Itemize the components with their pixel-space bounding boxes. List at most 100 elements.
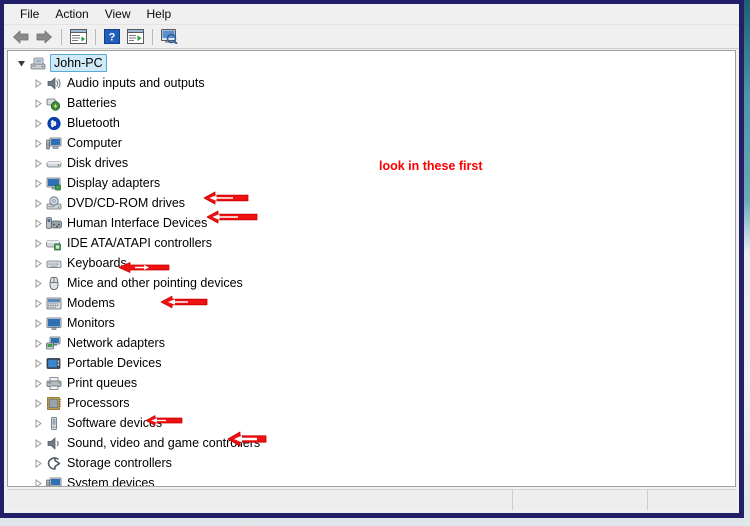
device-tree: John-PC Audio inputs and outputs Batteri… bbox=[8, 51, 735, 487]
tree-item-human-interface-devices[interactable]: Human Interface Devices bbox=[8, 213, 735, 233]
chevron-right-icon[interactable] bbox=[30, 313, 45, 333]
menu-file[interactable]: File bbox=[12, 6, 47, 23]
chevron-right-icon[interactable] bbox=[30, 133, 45, 153]
chevron-right-icon[interactable] bbox=[30, 193, 45, 213]
tree-item-label: Bluetooth bbox=[67, 116, 120, 130]
device-manager-window: File Action View Help ? John-PC Audio in… bbox=[0, 0, 744, 518]
processor-icon bbox=[45, 395, 63, 411]
tree-item-software-devices[interactable]: Software devices bbox=[8, 413, 735, 433]
tree-item-label: System devices bbox=[67, 476, 155, 487]
dvd-drive-icon bbox=[45, 195, 63, 211]
chevron-right-icon[interactable] bbox=[30, 433, 45, 453]
tree-item-mice-and-other-pointing-devices[interactable]: Mice and other pointing devices bbox=[8, 273, 735, 293]
tree-item-label: Monitors bbox=[67, 316, 115, 330]
chevron-right-icon[interactable] bbox=[30, 293, 45, 313]
status-pane-2 bbox=[513, 490, 648, 510]
tree-item-display-adapters[interactable]: Display adapters bbox=[8, 173, 735, 193]
ide-controller-icon bbox=[45, 235, 63, 251]
chevron-right-icon[interactable] bbox=[30, 393, 45, 413]
tree-item-ide-ata-atapi-controllers[interactable]: IDE ATA/ATAPI controllers bbox=[8, 233, 735, 253]
chevron-right-icon[interactable] bbox=[30, 93, 45, 113]
battery-icon bbox=[45, 95, 63, 111]
monitor-icon bbox=[45, 315, 63, 331]
console-tree-pane[interactable]: John-PC Audio inputs and outputs Batteri… bbox=[7, 50, 736, 487]
tree-item-label: Disk drives bbox=[67, 156, 129, 170]
tree-item-label: Human Interface Devices bbox=[67, 216, 208, 230]
modem-icon bbox=[45, 295, 63, 311]
chevron-right-icon[interactable] bbox=[30, 253, 45, 273]
tree-item-label: Computer bbox=[67, 136, 122, 150]
back-arrow-icon[interactable] bbox=[10, 27, 32, 47]
tree-item-label: Print queues bbox=[67, 376, 138, 390]
chevron-right-icon[interactable] bbox=[30, 113, 45, 133]
tree-item-storage-controllers[interactable]: Storage controllers bbox=[8, 453, 735, 473]
annotation-note: look in these first bbox=[379, 159, 483, 173]
tree-item-monitors[interactable]: Monitors bbox=[8, 313, 735, 333]
tree-item-audio-inputs-and-outputs[interactable]: Audio inputs and outputs bbox=[8, 73, 735, 93]
tree-item-label: Software devices bbox=[67, 416, 163, 430]
toolbar: ? bbox=[4, 25, 739, 49]
storage-controller-icon bbox=[45, 455, 63, 471]
chevron-right-icon[interactable] bbox=[30, 453, 45, 473]
hid-icon bbox=[45, 215, 63, 231]
tree-item-processors[interactable]: Processors bbox=[8, 393, 735, 413]
tree-item-label: Audio inputs and outputs bbox=[67, 76, 205, 90]
sound-controller-icon bbox=[45, 435, 63, 451]
tree-item-system-devices[interactable]: System devices bbox=[8, 473, 735, 487]
tree-item-label: Storage controllers bbox=[67, 456, 172, 470]
tree-item-disk-drives[interactable]: Disk drives bbox=[8, 153, 735, 173]
help-icon[interactable]: ? bbox=[101, 27, 123, 47]
tree-item-batteries[interactable]: Batteries bbox=[8, 93, 735, 113]
properties-icon[interactable] bbox=[124, 27, 146, 47]
tree-item-portable-devices[interactable]: Portable Devices bbox=[8, 353, 735, 373]
tree-item-label: IDE ATA/ATAPI controllers bbox=[67, 236, 212, 250]
menu-view[interactable]: View bbox=[97, 6, 139, 23]
chevron-right-icon[interactable] bbox=[30, 73, 45, 93]
menu-bar: File Action View Help bbox=[4, 4, 739, 25]
status-bar bbox=[7, 489, 736, 510]
scan-for-hardware-changes-icon[interactable] bbox=[158, 27, 180, 47]
chevron-right-icon[interactable] bbox=[30, 273, 45, 293]
tree-item-label: Processors bbox=[67, 396, 130, 410]
network-adapter-icon bbox=[45, 335, 63, 351]
tree-item-modems[interactable]: Modems bbox=[8, 293, 735, 313]
tree-root-john-pc[interactable]: John-PC bbox=[8, 53, 735, 73]
tree-item-bluetooth[interactable]: Bluetooth bbox=[8, 113, 735, 133]
tree-item-dvd-cd-rom-drives[interactable]: DVD/CD-ROM drives bbox=[8, 193, 735, 213]
tree-item-label: Batteries bbox=[67, 96, 117, 110]
tree-item-label: Mice and other pointing devices bbox=[67, 276, 243, 290]
menu-action[interactable]: Action bbox=[47, 6, 96, 23]
chevron-right-icon[interactable] bbox=[30, 413, 45, 433]
show-hide-console-tree-icon[interactable] bbox=[67, 27, 89, 47]
chevron-right-icon[interactable] bbox=[30, 333, 45, 353]
svg-text:?: ? bbox=[109, 32, 116, 44]
tree-item-label: Keyboards bbox=[67, 256, 127, 270]
chevron-right-icon[interactable] bbox=[30, 153, 45, 173]
tree-item-sound-video-and-game-controllers[interactable]: Sound, video and game controllers bbox=[8, 433, 735, 453]
display-adapter-icon bbox=[45, 175, 63, 191]
status-pane-3 bbox=[648, 490, 736, 510]
computer-icon bbox=[29, 55, 47, 71]
chevron-right-icon[interactable] bbox=[30, 213, 45, 233]
mouse-icon bbox=[45, 275, 63, 291]
chevron-right-icon[interactable] bbox=[30, 233, 45, 253]
forward-arrow-icon[interactable] bbox=[33, 27, 55, 47]
chevron-right-icon[interactable] bbox=[30, 373, 45, 393]
disk-drive-icon bbox=[45, 155, 63, 171]
tree-item-network-adapters[interactable]: Network adapters bbox=[8, 333, 735, 353]
chevron-right-icon[interactable] bbox=[30, 173, 45, 193]
tree-item-label: Modems bbox=[67, 296, 115, 310]
chevron-right-icon[interactable] bbox=[30, 473, 45, 486]
portable-device-icon bbox=[45, 355, 63, 371]
toolbar-separator-3 bbox=[152, 28, 153, 45]
system-device-icon bbox=[45, 475, 63, 486]
menu-help[interactable]: Help bbox=[139, 6, 180, 23]
chevron-right-icon[interactable] bbox=[30, 353, 45, 373]
tree-item-computer[interactable]: Computer bbox=[8, 133, 735, 153]
tree-root-label: John-PC bbox=[50, 54, 107, 72]
tree-item-print-queues[interactable]: Print queues bbox=[8, 373, 735, 393]
speaker-icon bbox=[45, 75, 63, 91]
status-pane-main bbox=[7, 490, 513, 510]
expand-collapse-icon[interactable] bbox=[14, 53, 29, 73]
tree-item-keyboards[interactable]: Keyboards bbox=[8, 253, 735, 273]
